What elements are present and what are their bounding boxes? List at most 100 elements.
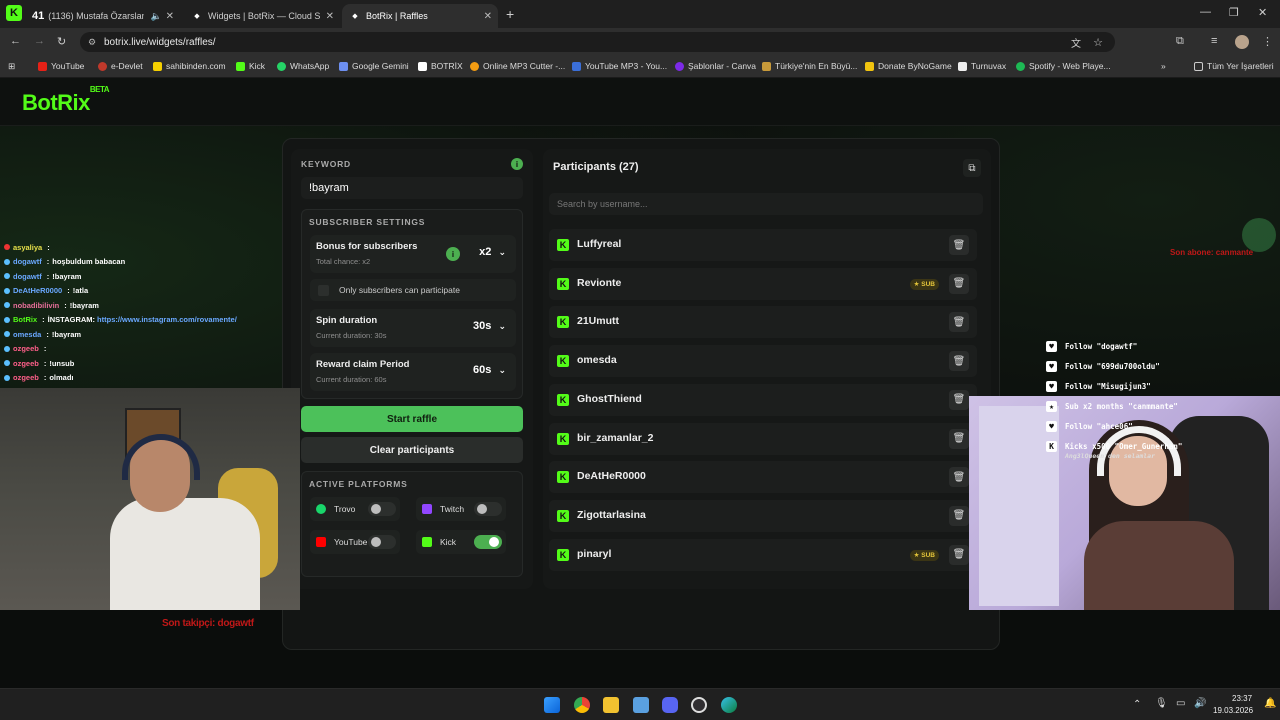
mic-icon[interactable]: 🎙 bbox=[1155, 698, 1168, 709]
forward-icon[interactable]: → bbox=[34, 35, 45, 47]
tray-chevron-icon[interactable]: ⌃ bbox=[1133, 699, 1141, 710]
tab-close-icon[interactable]: ✕ bbox=[166, 11, 174, 22]
bookmark-turkiye[interactable]: Türkiye'nin En Büyü... bbox=[762, 61, 857, 71]
only-subs-row[interactable]: Only subscribers can participate bbox=[310, 279, 516, 301]
notification-icon[interactable]: 🔔 bbox=[1264, 698, 1276, 709]
profile-avatar[interactable] bbox=[1235, 35, 1249, 49]
only-subs-checkbox[interactable] bbox=[318, 284, 329, 296]
heart-icon: ♥ bbox=[1046, 340, 1057, 352]
apps-icon[interactable]: ⊞ bbox=[8, 61, 15, 72]
chat-username: nobadibilivin bbox=[13, 300, 60, 310]
trash-icon[interactable]: 🗑 bbox=[949, 235, 969, 255]
event-item: ♥ Follow "dogawtf" bbox=[1040, 336, 1280, 356]
back-icon[interactable]: ← bbox=[10, 35, 21, 47]
claim-select[interactable]: 60s ⌄ bbox=[473, 364, 506, 376]
twitch-toggle[interactable] bbox=[474, 502, 502, 516]
bookmark-spotify[interactable]: Spotify - Web Playe... bbox=[1016, 61, 1111, 71]
tab-raffles[interactable]: ◆ BotRix | Raffles ✕ bbox=[342, 4, 498, 28]
start-raffle-button[interactable]: Start raffle bbox=[301, 406, 523, 432]
extensions-icon[interactable]: ⧉ bbox=[1176, 35, 1184, 48]
bookmark-edevlet[interactable]: e-Devlet bbox=[98, 61, 143, 71]
copy-icon[interactable]: ⧉ bbox=[963, 159, 981, 177]
clock-time[interactable]: 23:37 bbox=[1232, 694, 1252, 703]
trash-icon[interactable]: 🗑 bbox=[949, 351, 969, 372]
event-text: Kicks x500 "Omer_Gunerhan" bbox=[1065, 441, 1183, 451]
minimize-icon[interactable]: — bbox=[1200, 6, 1211, 18]
network-icon[interactable]: ▭ bbox=[1176, 698, 1185, 709]
kick-icon: K bbox=[557, 432, 569, 445]
clock-date[interactable]: 19.03.2026 bbox=[1213, 706, 1253, 715]
windows-taskbar: ⌃ 🎙 ▭ 🔊 23:37 19.03.2026 🔔 bbox=[0, 688, 1280, 720]
chrome-icon[interactable] bbox=[574, 697, 590, 713]
trash-icon[interactable]: 🗑 bbox=[949, 389, 969, 410]
participants-title: Participants (27) bbox=[553, 161, 639, 173]
edge-icon[interactable] bbox=[721, 697, 737, 713]
info-icon[interactable]: i bbox=[446, 247, 460, 261]
bookmark-turnuvax[interactable]: Turnuvax bbox=[958, 61, 1006, 71]
start-icon[interactable] bbox=[544, 697, 560, 713]
tab-close-icon[interactable]: ✕ bbox=[484, 11, 492, 22]
speaker-icon[interactable]: 🔈 bbox=[151, 11, 162, 22]
event-subtext: Ang3lQueen'den selamlar bbox=[1065, 452, 1156, 460]
bookmark-youtube-mp3[interactable]: YouTube MP3 - You... bbox=[572, 61, 667, 71]
info-icon[interactable]: i bbox=[511, 158, 523, 170]
more-bookmarks-icon[interactable]: » bbox=[1161, 61, 1166, 71]
close-window-icon[interactable]: ✕ bbox=[1258, 6, 1267, 19]
heart-icon: ♥ bbox=[1046, 380, 1057, 392]
bookmark-gemini[interactable]: Google Gemini bbox=[339, 61, 409, 71]
bookmark-sahibinden[interactable]: sahibinden.com bbox=[153, 61, 226, 71]
bookmark-star-icon[interactable]: ☆ bbox=[1093, 36, 1103, 49]
kick-icon: K bbox=[1046, 440, 1057, 452]
menu-icon[interactable]: ⋮ bbox=[1262, 35, 1273, 48]
tab-close-icon[interactable]: ✕ bbox=[326, 11, 334, 22]
all-bookmarks[interactable]: Tüm Yer İşaretleri bbox=[1194, 61, 1274, 71]
tab-widgets[interactable]: ◆ Widgets | BotRix — Cloud Strea ✕ bbox=[184, 4, 340, 28]
explorer-icon[interactable] bbox=[603, 697, 619, 713]
trash-icon[interactable]: 🗑 bbox=[949, 428, 969, 449]
bookmark-canva[interactable]: Şablonlar - Canva bbox=[675, 61, 756, 71]
volume-icon[interactable]: 🔊 bbox=[1194, 698, 1206, 709]
reload-icon[interactable]: ↻ bbox=[57, 35, 66, 48]
tab-youtube[interactable]: 41 (1136) Mustafa Özarslan - A 🔈 ✕ bbox=[24, 4, 180, 28]
bookmark-youtube[interactable]: YouTube bbox=[38, 61, 84, 71]
claim-setting: Reward claim Period Current duration: 60… bbox=[310, 353, 516, 391]
bonus-select[interactable]: x2 ⌄ bbox=[479, 246, 506, 258]
participant-name: Luffyreal bbox=[577, 238, 622, 250]
trash-icon[interactable]: 🗑 bbox=[949, 505, 969, 526]
restore-icon[interactable]: ❐ bbox=[1229, 6, 1239, 19]
kick-icon: K bbox=[557, 355, 569, 368]
discord-icon[interactable] bbox=[662, 697, 678, 713]
platform-trovo: Trovo bbox=[310, 497, 400, 521]
site-info-icon[interactable]: ⚙ bbox=[88, 37, 96, 48]
participant-row: Kpinaryl ★ SUB 🗑 bbox=[549, 538, 977, 571]
app-icon[interactable] bbox=[633, 697, 649, 713]
keyword-input[interactable]: !bayram bbox=[301, 177, 523, 199]
trash-icon[interactable]: 🗑 bbox=[949, 273, 969, 294]
platform-label: Twitch bbox=[440, 504, 465, 514]
trash-icon[interactable]: 🗑 bbox=[949, 467, 969, 488]
url-field[interactable]: ⚙ botrix.live/widgets/raffles/ 文 ☆ bbox=[80, 32, 1115, 52]
bookmark-kick[interactable]: Kick bbox=[236, 61, 265, 71]
bookmark-botrix[interactable]: BOTRİX bbox=[418, 61, 463, 71]
trovo-toggle[interactable] bbox=[368, 502, 396, 516]
trash-icon[interactable]: 🗑 bbox=[949, 312, 969, 333]
bookmark-mp3-cutter[interactable]: Online MP3 Cutter -... bbox=[470, 61, 565, 71]
star-icon: ★ bbox=[1046, 400, 1057, 412]
obs-icon[interactable] bbox=[691, 697, 707, 713]
clear-participants-button[interactable]: Clear participants bbox=[301, 437, 523, 463]
chat-line: asyaliya: bbox=[0, 240, 290, 255]
translate-icon[interactable]: 文 bbox=[1071, 35, 1081, 50]
chat-link[interactable]: https://www.instagram.com/rovamente/ bbox=[97, 315, 237, 324]
kick-toggle[interactable] bbox=[474, 535, 502, 549]
youtube-toggle[interactable] bbox=[368, 535, 396, 549]
search-input[interactable]: Search by username... bbox=[549, 193, 983, 215]
trash-icon[interactable]: 🗑 bbox=[949, 544, 969, 565]
botrix-logo[interactable]: BotRixBETA bbox=[22, 85, 110, 116]
spin-select[interactable]: 30s ⌄ bbox=[473, 320, 506, 332]
platform-twitch: Twitch bbox=[416, 497, 506, 521]
new-tab-icon[interactable]: + bbox=[506, 6, 514, 22]
media-icon[interactable]: ≡ bbox=[1211, 35, 1217, 47]
bookmark-whatsapp[interactable]: WhatsApp bbox=[277, 61, 329, 71]
raffle-panel: KEYWORD i !bayram SUBSCRIBER SETTINGS Bo… bbox=[282, 138, 1000, 650]
bookmark-bynogame[interactable]: Donate ByNoGame bbox=[865, 61, 952, 71]
